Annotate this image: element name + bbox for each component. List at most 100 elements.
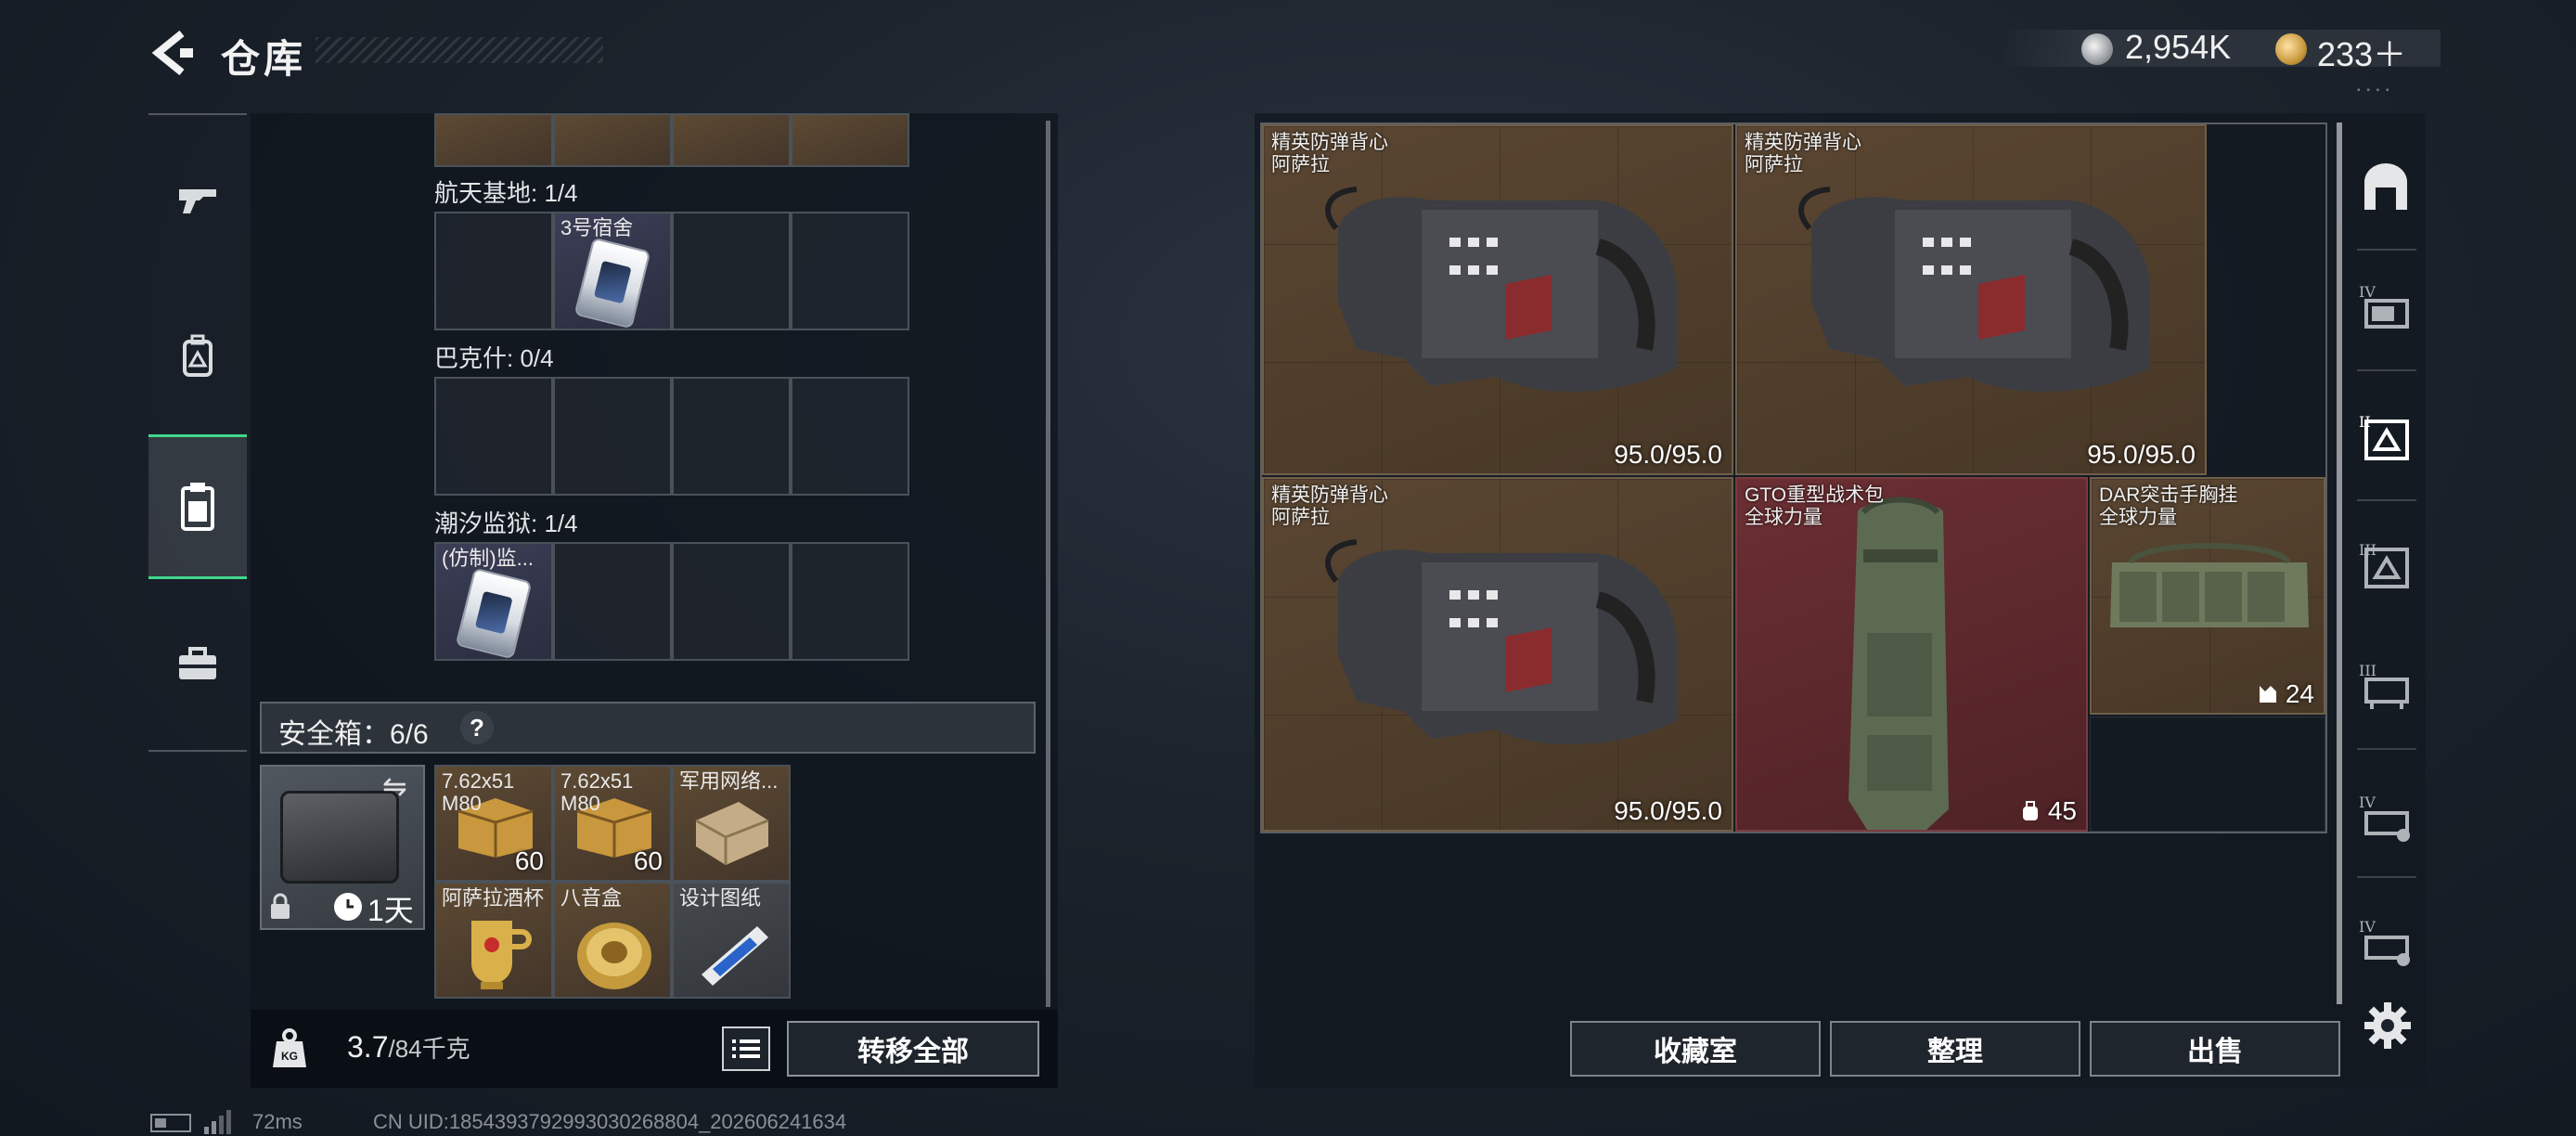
- left-scrollbar[interactable]: [1046, 121, 1050, 1007]
- title-decoration: [316, 37, 603, 63]
- stash-item-backpack[interactable]: GTO重型战术包 全球力量 45: [1735, 477, 2088, 832]
- sell-button[interactable]: 出售: [2090, 1021, 2340, 1077]
- backpack-icon: [183, 334, 213, 377]
- back-arrow-icon[interactable]: [148, 28, 199, 78]
- page-title: 仓库: [221, 37, 307, 81]
- all-stash-tab[interactable]: [2357, 160, 2415, 217]
- ammo-slot[interactable]: 7.62x51 M80 60: [434, 765, 553, 882]
- tab-separator: [2357, 876, 2416, 878]
- tab-separator: [2357, 499, 2416, 501]
- key-slot-empty[interactable]: [672, 542, 791, 661]
- item-name: 精英防弹背心 阿萨拉: [1271, 484, 1388, 528]
- stash-tab-4a[interactable]: IV: [2357, 278, 2415, 336]
- safebox-case-icon: [280, 791, 399, 884]
- tokens-amount[interactable]: 233＋: [2317, 28, 2406, 76]
- key-slot-empty[interactable]: [672, 212, 791, 330]
- key-slot-empty[interactable]: [434, 212, 553, 330]
- key-slot[interactable]: [434, 113, 553, 167]
- stash-scrollbar[interactable]: [2337, 123, 2342, 1004]
- blueprint-slot[interactable]: 设计图纸: [672, 882, 791, 999]
- misc-tab[interactable]: [148, 614, 247, 715]
- music-box-icon: [577, 923, 651, 989]
- capacity-value: 45: [2047, 796, 2077, 825]
- empty-slot: [791, 765, 909, 882]
- space-base-key-grid: 3号宿舍: [434, 212, 909, 330]
- key-slot-dorm-3[interactable]: 3号宿舍: [553, 212, 672, 330]
- scrolled-key-row: [434, 113, 909, 167]
- item-name: DAR突击手胸挂 全球力量: [2099, 484, 2238, 528]
- uid-readout: CN UID:1854393792993030268804_2026062416…: [373, 1110, 847, 1133]
- silver-coin-icon: [2081, 33, 2113, 65]
- bakhsh-key-grid: [434, 377, 909, 496]
- network-device-slot[interactable]: 军用网络...: [672, 765, 791, 882]
- item-capacity: 24: [2258, 679, 2314, 709]
- signal-icon: [204, 1110, 231, 1134]
- network-device-icon: [695, 802, 769, 865]
- ammo-slot[interactable]: 7.62x51 M80 60: [553, 765, 672, 882]
- music-box-slot[interactable]: 八音盒: [553, 882, 672, 999]
- stash-tab-4b[interactable]: IV: [2357, 789, 2415, 846]
- stash-tab-3b[interactable]: III: [2357, 657, 2415, 715]
- item-name: 精英防弹背心 阿萨拉: [1271, 132, 1388, 175]
- key-slot-empty[interactable]: [553, 377, 672, 496]
- stash-item-vest[interactable]: 精英防弹背心 阿萨拉 95.0/95.0: [1262, 477, 1733, 832]
- stash-tab-icon: IV: [2359, 794, 2410, 842]
- cup-slot[interactable]: 阿萨拉酒杯: [434, 882, 553, 999]
- list-view-button[interactable]: [722, 1026, 770, 1071]
- stash-item-vest[interactable]: 精英防弹背心 阿萨拉 95.0/95.0: [1262, 124, 1733, 475]
- keycard-icon: [455, 567, 533, 659]
- weight-max: /84千克: [388, 1035, 470, 1063]
- weight-current: 3.7: [347, 1030, 389, 1064]
- list-icon: [732, 1039, 760, 1058]
- swap-icon[interactable]: ⇋: [382, 768, 407, 804]
- stash-tab-icon: IV: [2359, 283, 2409, 329]
- transfer-all-button[interactable]: 转移全部: [787, 1021, 1039, 1077]
- svg-text:IV: IV: [2359, 918, 2376, 936]
- body-armor-icon: [1325, 539, 1677, 745]
- keycards-tab[interactable]: [148, 434, 247, 579]
- key-slot-empty[interactable]: [791, 377, 909, 496]
- capacity-value: 24: [2285, 679, 2314, 708]
- goblet-icon: [471, 921, 532, 989]
- stash-item-chest-rig[interactable]: DAR突击手胸挂 全球力量 24: [2090, 477, 2325, 715]
- stash-tab-icon: IV: [2359, 918, 2410, 966]
- key-slot-empty[interactable]: [672, 377, 791, 496]
- svg-text:KG: KG: [281, 1050, 298, 1063]
- collection-button[interactable]: 收藏室: [1570, 1021, 1821, 1077]
- item-name: 八音盒: [560, 886, 623, 910]
- stash-home-icon: [2364, 163, 2407, 210]
- svg-text:IV: IV: [2359, 794, 2376, 811]
- stash-empty-cell[interactable]: [2090, 716, 2325, 832]
- key-slot-empty[interactable]: [553, 542, 672, 661]
- gold-token-icon: [2275, 33, 2307, 65]
- key-slot-empty[interactable]: [434, 377, 553, 496]
- stash-tab-3a[interactable]: III: [2357, 536, 2415, 594]
- key-name: (仿制)监...: [442, 547, 534, 570]
- key-slot[interactable]: [553, 113, 672, 167]
- section-label-tide-prison: 潮汐监狱: 1/4: [434, 510, 578, 537]
- key-slot[interactable]: [672, 113, 791, 167]
- key-slot-empty[interactable]: [791, 542, 909, 661]
- key-slot[interactable]: [791, 113, 909, 167]
- keycard-icon: [181, 483, 214, 531]
- rail-decoration: ▪ ▪ ▪ ▪: [2357, 85, 2391, 96]
- equipment-tab[interactable]: [148, 306, 247, 407]
- key-name: 3号宿舍: [560, 216, 634, 239]
- organize-button[interactable]: 整理: [1830, 1021, 2080, 1077]
- keycard-icon: [573, 237, 651, 329]
- weapons-tab[interactable]: [148, 148, 247, 249]
- key-slot-prison-replica[interactable]: (仿制)监...: [434, 542, 553, 661]
- lock-icon: [271, 893, 290, 919]
- item-name: 7.62x51 M80: [560, 769, 634, 815]
- section-label-space-base: 航天基地: 1/4: [434, 179, 578, 207]
- key-slot-empty[interactable]: [791, 212, 909, 330]
- help-icon[interactable]: ?: [460, 711, 494, 744]
- stash-tab-4c[interactable]: IV: [2357, 913, 2415, 971]
- stash-item-vest[interactable]: 精英防弹背心 阿萨拉 95.0/95.0: [1735, 124, 2207, 475]
- tab-separator: [2357, 249, 2416, 251]
- item-name: 军用网络...: [679, 769, 779, 793]
- gear-icon[interactable]: [2363, 1000, 2413, 1051]
- backpack-icon: [1848, 497, 1949, 830]
- stash-tab-2[interactable]: II: [2357, 408, 2415, 466]
- safebox-label: 安全箱：6/6: [278, 719, 429, 750]
